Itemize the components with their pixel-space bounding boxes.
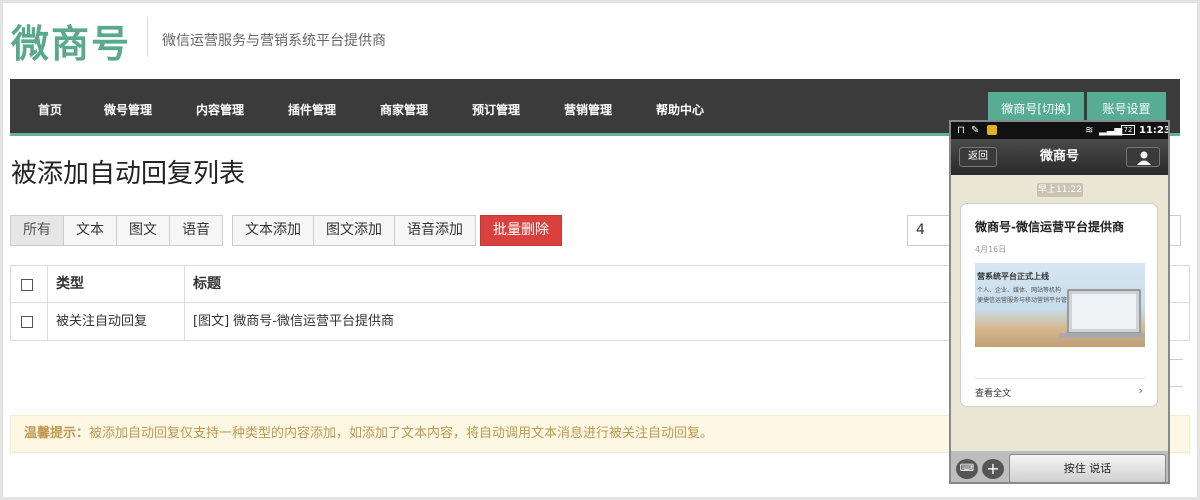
- nav-item-help[interactable]: 帮助中心: [656, 101, 704, 118]
- sim-icon: ⊓: [957, 125, 965, 136]
- column-header-type: 类型: [56, 276, 84, 292]
- add-voice-button[interactable]: 语音添加: [394, 215, 476, 246]
- tip-text: 被添加自动回复仅支持一种类型的内容添加，如添加了文本内容，将自动调用文本消息进行…: [89, 426, 714, 441]
- add-news-button[interactable]: 图文添加: [313, 215, 395, 246]
- nav-item-bookings[interactable]: 预订管理: [472, 101, 520, 118]
- news-card[interactable]: 微商号-微信运营平台提供商 4月16日 营系统平台正式上线 个人、企业、媒体、网…: [960, 203, 1158, 407]
- page-title: 被添加自动回复列表: [11, 159, 246, 189]
- keyboard-icon[interactable]: ⌨: [956, 459, 978, 479]
- slogan: 微信运营服务与营销系统平台提供商: [162, 33, 386, 49]
- nav-item-wechat-accounts[interactable]: 微号管理: [104, 101, 152, 118]
- nav-item-marketing[interactable]: 营销管理: [564, 101, 612, 118]
- plus-icon[interactable]: +: [982, 459, 1004, 479]
- phone-preview: ⊓ ✎ ≋ ▂▃▅ 72 11:23 微商号 返回 早上11:22 微商号-微信…: [949, 120, 1170, 484]
- select-all-checkbox[interactable]: [21, 279, 33, 291]
- add-text-button[interactable]: 文本添加: [232, 215, 314, 246]
- image-text-line: 便捷信运营服务与移动营销平台管理: [977, 297, 1074, 304]
- app-notification-icon: [987, 125, 997, 135]
- laptop-base: [1059, 333, 1145, 338]
- read-more-link[interactable]: 查看全文: [975, 386, 1011, 399]
- card-divider: [975, 378, 1145, 379]
- wifi-icon: ≋: [1085, 125, 1094, 136]
- chevron-right-icon: ›: [1138, 384, 1143, 397]
- phone-status-bar: ⊓ ✎ ≋ ▂▃▅ 72 11:23: [951, 122, 1168, 139]
- tip-label: 温馨提示：: [24, 426, 90, 441]
- image-text-line: 营系统平台正式上线: [977, 272, 1049, 281]
- row-title[interactable]: [图文] 微商号-微信运营平台提供商: [193, 303, 394, 340]
- signal-pen-icon: ✎: [971, 125, 980, 136]
- hold-to-talk-button[interactable]: 按住 说话: [1009, 454, 1166, 482]
- battery-icon: 72: [1121, 125, 1135, 135]
- phone-header: 微商号 返回: [951, 139, 1168, 175]
- news-card-date: 4月16日: [975, 245, 1007, 254]
- message-time: 早上11:22: [1037, 183, 1083, 197]
- phone-input-bar: ⌨ + 按住 说话: [951, 451, 1168, 482]
- phone-clock: 11:23: [1139, 125, 1170, 136]
- news-card-title: 微商号-微信运营平台提供商: [975, 220, 1124, 234]
- logo[interactable]: 微商号: [11, 13, 131, 68]
- image-text-line: 个人、企业、媒体、网站等机构: [977, 287, 1062, 294]
- header-divider: [147, 17, 148, 57]
- filter-text-button[interactable]: 文本: [63, 215, 117, 246]
- phone-chat: 早上11:22 微商号-微信运营平台提供商 4月16日 营系统平台正式上线 个人…: [951, 175, 1168, 451]
- nav-item-plugins[interactable]: 插件管理: [288, 101, 336, 118]
- filter-voice-button[interactable]: 语音: [169, 215, 223, 246]
- row-checkbox[interactable]: [21, 316, 33, 328]
- batch-delete-button[interactable]: 批量删除: [480, 215, 562, 246]
- nav-item-home[interactable]: 首页: [38, 101, 62, 118]
- user-icon: [1137, 151, 1151, 165]
- filter-all-button[interactable]: 所有: [10, 215, 64, 246]
- laptop-illustration: [1067, 289, 1141, 334]
- phone-user-button[interactable]: [1126, 147, 1160, 167]
- row-type: 被关注自动回复: [56, 314, 148, 329]
- nav-item-merchants[interactable]: 商家管理: [380, 101, 428, 118]
- page: 微商号 微信运营服务与营销系统平台提供商 首页 微号管理 内容管理 插件管理 商…: [3, 3, 1197, 497]
- signal-icon: ▂▃▅: [1099, 125, 1123, 136]
- filter-news-button[interactable]: 图文: [116, 215, 170, 246]
- nav-item-content[interactable]: 内容管理: [196, 101, 244, 118]
- phone-back-button[interactable]: 返回: [959, 147, 997, 167]
- news-card-image: 营系统平台正式上线 个人、企业、媒体、网站等机构 便捷信运营服务与移动营销平台管…: [975, 263, 1145, 347]
- column-header-title: 标题: [193, 276, 221, 292]
